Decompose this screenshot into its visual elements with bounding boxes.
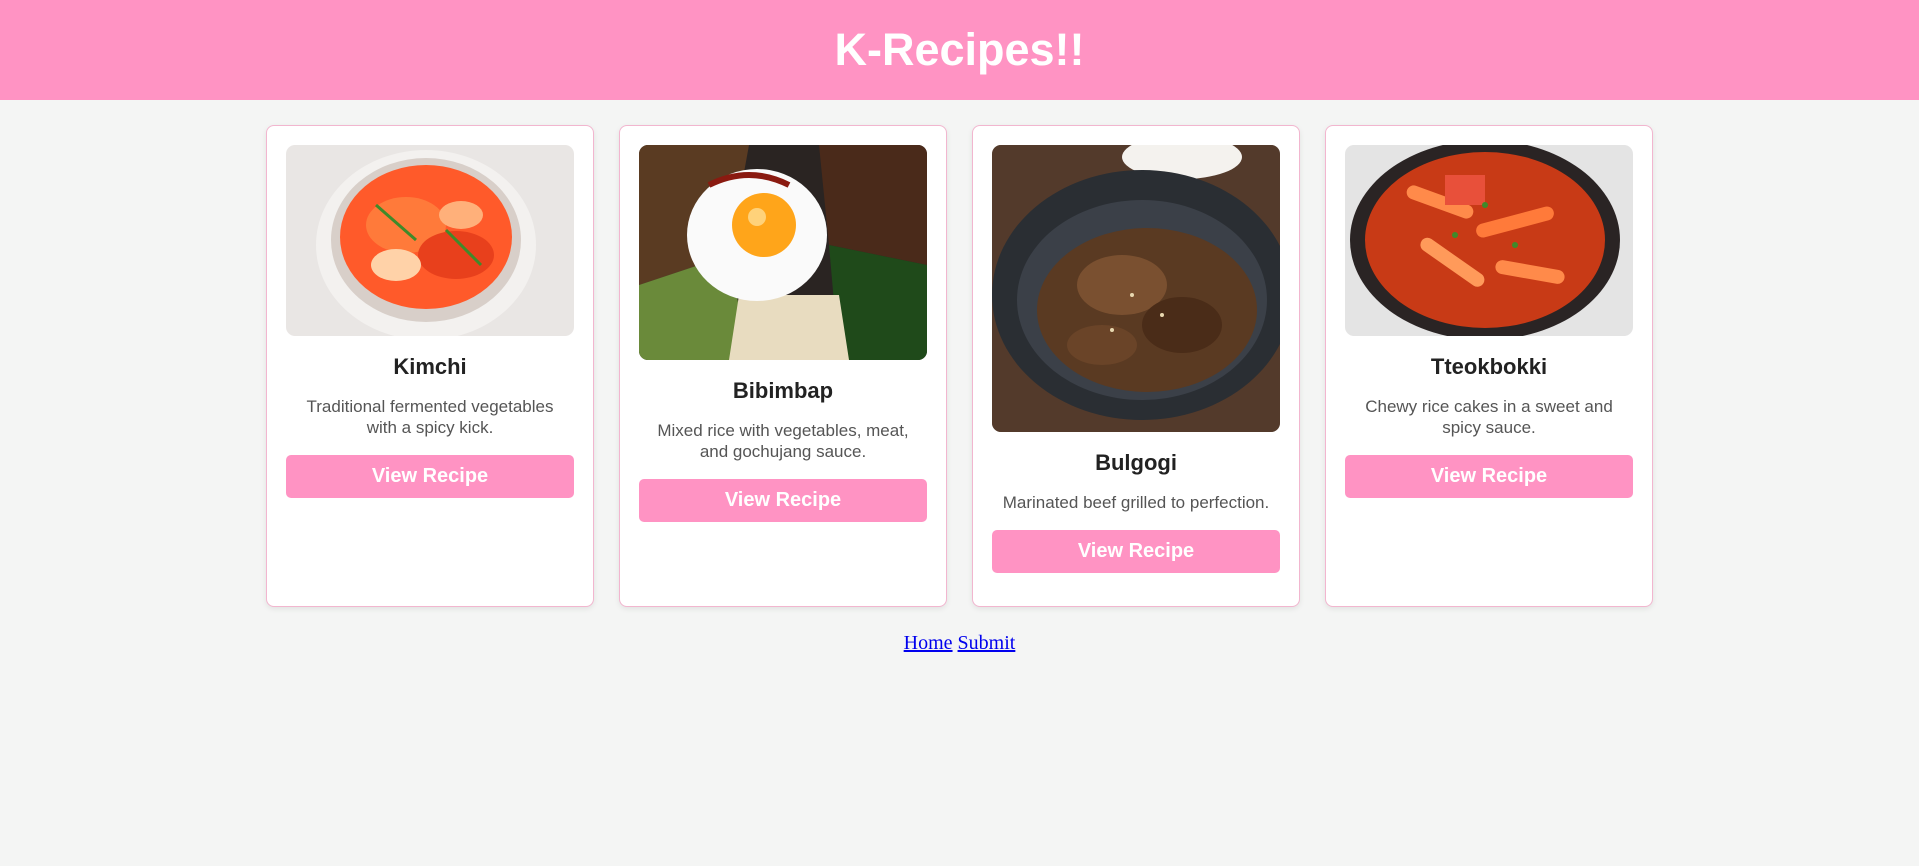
site-title: K-Recipes!! — [834, 24, 1085, 75]
recipe-card-kimchi: Kimchi Traditional fermented vegetables … — [266, 125, 594, 607]
recipe-card-bibimbap: Bibimbap Mixed rice with vegetables, mea… — [619, 125, 947, 607]
recipe-title: Kimchi — [393, 354, 467, 379]
recipe-title: Bulgogi — [1095, 450, 1177, 475]
recipe-description: Traditional fermented vegetables with a … — [306, 397, 554, 437]
view-recipe-button[interactable]: View Recipe — [639, 479, 927, 522]
recipe-grid: Kimchi Traditional fermented vegetables … — [0, 125, 1919, 607]
recipe-card-tteokbokki: Tteokbokki Chewy rice cakes in a sweet a… — [1325, 125, 1653, 607]
view-recipe-button[interactable]: View Recipe — [286, 455, 574, 498]
submit-link[interactable]: Submit — [958, 632, 1016, 654]
site-header: K-Recipes!! — [0, 0, 1919, 100]
bulgogi-image — [992, 145, 1280, 432]
recipe-description: Mixed rice with vegetables, meat, and go… — [657, 421, 909, 461]
footer-nav: Home Submit — [0, 632, 1919, 655]
recipe-description: Chewy rice cakes in a sweet and spicy sa… — [1365, 397, 1613, 437]
kimchi-image — [286, 145, 574, 336]
view-recipe-button[interactable]: View Recipe — [992, 530, 1280, 573]
recipe-title: Tteokbokki — [1430, 354, 1548, 379]
home-link[interactable]: Home — [904, 632, 953, 654]
bibimbap-image — [639, 145, 927, 360]
view-recipe-button[interactable]: View Recipe — [1345, 455, 1633, 498]
recipe-card-bulgogi: Bulgogi Marinated beef grilled to perfec… — [972, 125, 1300, 607]
recipe-description: Marinated beef grilled to perfection. — [1002, 493, 1270, 512]
tteokbokki-image — [1345, 145, 1633, 336]
recipe-title: Bibimbap — [732, 378, 834, 403]
